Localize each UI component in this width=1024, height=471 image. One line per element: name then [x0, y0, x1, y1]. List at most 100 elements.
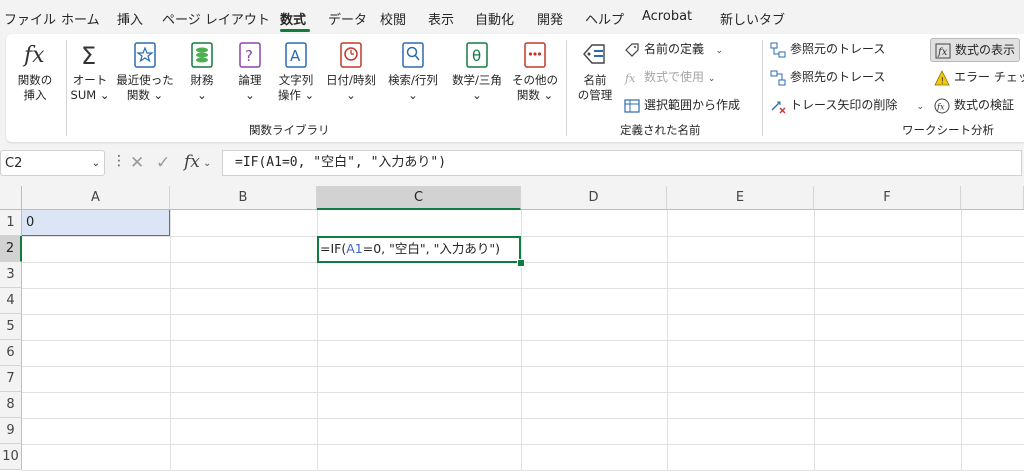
more-label-1: その他の	[512, 73, 558, 87]
create-from-selection-button[interactable]: 選択範囲から作成	[624, 94, 740, 116]
remove-arrows-button[interactable]: トレース矢印の削除 ⌄	[770, 94, 924, 116]
ribbon-formulas: fx 関数の 挿入 Σ オート SUM ⌄ 最近使った 関数 ⌄ 財務 ⌄ ? …	[6, 34, 1024, 142]
tab-new-tab[interactable]: 新しいタブ	[720, 9, 785, 28]
svg-text:?: ?	[245, 47, 253, 65]
tab-acrobat[interactable]: Acrobat	[642, 9, 692, 24]
warning-icon: !	[934, 69, 950, 86]
name-manager-button[interactable]: 名前 の管理	[572, 40, 618, 103]
column-header-g[interactable]	[961, 186, 1024, 210]
letter-a-book-icon: A	[285, 42, 307, 68]
tab-page-layout[interactable]: ページ レイアウト	[162, 9, 270, 28]
lookup-label-1: 検索/行列	[388, 73, 438, 87]
text-label-1: 文字列	[278, 73, 314, 87]
row-header-1[interactable]: 1	[0, 210, 22, 236]
svg-text:!: !	[941, 76, 945, 86]
math-label-2: ⌄	[472, 88, 482, 102]
select-all-corner[interactable]	[0, 186, 22, 210]
more-functions-button[interactable]: その他の 関数 ⌄	[508, 40, 562, 103]
math-trig-button[interactable]: θ 数学/三角 ⌄	[446, 40, 508, 103]
tab-insert[interactable]: 挿入	[117, 9, 143, 28]
datetime-button[interactable]: 日付/時刻 ⌄	[320, 40, 382, 103]
row-header-2[interactable]: 2	[0, 236, 22, 262]
financial-label-1: 財務	[190, 73, 214, 87]
trace-precedents-label: 参照元のトレース	[790, 42, 886, 56]
row-header-7[interactable]: 7	[0, 366, 22, 392]
gridline	[22, 340, 1024, 341]
group-label-function-library: 関数ライブラリ	[249, 123, 330, 137]
row-header-10[interactable]: 10	[0, 444, 22, 470]
gridline	[22, 314, 1024, 315]
create-from-selection-label: 選択範囲から作成	[644, 98, 741, 112]
evaluate-formula-button[interactable]: fx 数式の検証	[934, 94, 1014, 116]
column-header-a[interactable]: A	[22, 186, 170, 210]
formula-text: =IF(A1=0, "空白", "入力あり")	[235, 155, 447, 170]
worksheet-grid[interactable]: A B C D E F 1 2 3 4 5 6 7 8 9 10 0 =IF(A…	[0, 186, 1024, 471]
use-in-formula-button[interactable]: fx 数式で使用 ⌄	[624, 66, 715, 88]
tab-help[interactable]: ヘルプ	[585, 9, 624, 28]
group-label-formula-auditing: ワークシート分析	[902, 123, 994, 137]
column-header-b[interactable]: B	[170, 186, 317, 210]
row-header-4[interactable]: 4	[0, 288, 22, 314]
define-name-button[interactable]: 名前の定義 ⌄	[624, 38, 723, 60]
trace-dependents-button[interactable]: 参照先のトレース	[770, 66, 885, 88]
text-functions-button[interactable]: A 文字列 操作 ⌄	[272, 40, 320, 103]
tab-data[interactable]: データ	[328, 9, 367, 28]
dots-book-icon	[524, 42, 546, 68]
tab-automate[interactable]: 自動化	[475, 9, 514, 28]
gridline	[814, 210, 815, 471]
row-header-8[interactable]: 8	[0, 392, 22, 418]
logical-button[interactable]: ? 論理 ⌄	[230, 40, 270, 103]
active-tab-indicator	[280, 29, 310, 32]
chevron-down-icon[interactable]: ⌄	[92, 151, 100, 177]
datetime-label-1: 日付/時刻	[326, 73, 376, 87]
lookup-reference-button[interactable]: 検索/行列 ⌄	[382, 40, 444, 103]
gridline	[22, 418, 1024, 419]
tab-view[interactable]: 表示	[428, 9, 454, 28]
insert-function-icon[interactable]: fx	[184, 152, 200, 172]
trace-precedents-button[interactable]: 参照元のトレース	[770, 38, 885, 60]
autosum-button[interactable]: Σ オート SUM ⌄	[68, 40, 112, 103]
column-header-c[interactable]: C	[317, 186, 521, 210]
insert-function-button[interactable]: fx 関数の 挿入	[10, 40, 60, 103]
more-options-icon[interactable]: ⋮	[112, 153, 126, 169]
column-header-d[interactable]: D	[521, 186, 667, 210]
svg-text:θ: θ	[472, 47, 481, 65]
show-formulas-label: 数式の表示	[955, 43, 1016, 57]
tab-developer[interactable]: 開発	[537, 9, 563, 28]
row-header-5[interactable]: 5	[0, 314, 22, 340]
gridline	[22, 366, 1024, 367]
tab-review[interactable]: 校閲	[380, 9, 406, 28]
error-checking-label: エラー チェック	[954, 70, 1024, 84]
tag-icon	[625, 42, 639, 57]
fill-handle[interactable]	[517, 259, 525, 267]
recently-used-button[interactable]: 最近使った 関数 ⌄	[114, 40, 176, 103]
formula-bar: C2 ⌄ ⋮ ✕ ✓ fx ⌄ =IF(A1=0, "空白", "入力あり")	[0, 148, 1024, 180]
row-header-6[interactable]: 6	[0, 340, 22, 366]
column-header-e[interactable]: E	[667, 186, 814, 210]
svg-text:fx: fx	[937, 47, 948, 58]
financial-button[interactable]: 財務 ⌄	[182, 40, 222, 103]
column-header-f[interactable]: F	[814, 186, 961, 210]
chevron-down-icon[interactable]: ⌄	[203, 158, 211, 169]
c2-formula-reference: A1	[346, 241, 363, 256]
row-header-9[interactable]: 9	[0, 418, 22, 444]
tab-file[interactable]: ファイル	[4, 9, 56, 28]
show-formulas-button[interactable]: fx 数式の表示	[930, 38, 1021, 62]
cancel-icon[interactable]: ✕	[130, 153, 144, 173]
error-checking-button[interactable]: ! エラー チェック	[934, 66, 1024, 88]
cell-a1[interactable]: 0	[22, 210, 170, 236]
svg-text:fx: fx	[624, 72, 636, 85]
tab-home[interactable]: ホーム	[61, 9, 100, 28]
show-formulas-icon: fx	[935, 43, 951, 58]
c2-formula-suffix: =0, "空白", "入力あり")	[362, 241, 500, 256]
name-manager-label-1: 名前	[583, 73, 607, 87]
enter-icon[interactable]: ✓	[156, 153, 170, 173]
gridline	[170, 210, 171, 471]
formula-input[interactable]: =IF(A1=0, "空白", "入力あり")	[222, 150, 1022, 176]
tab-formulas[interactable]: 数式	[280, 9, 306, 28]
gridline	[22, 236, 1024, 237]
row-header-3[interactable]: 3	[0, 262, 22, 288]
name-box[interactable]: C2 ⌄	[0, 150, 105, 176]
table-select-icon	[624, 98, 640, 113]
cell-c2-editing[interactable]: =IF(A1=0, "空白", "入力あり")	[317, 236, 521, 263]
